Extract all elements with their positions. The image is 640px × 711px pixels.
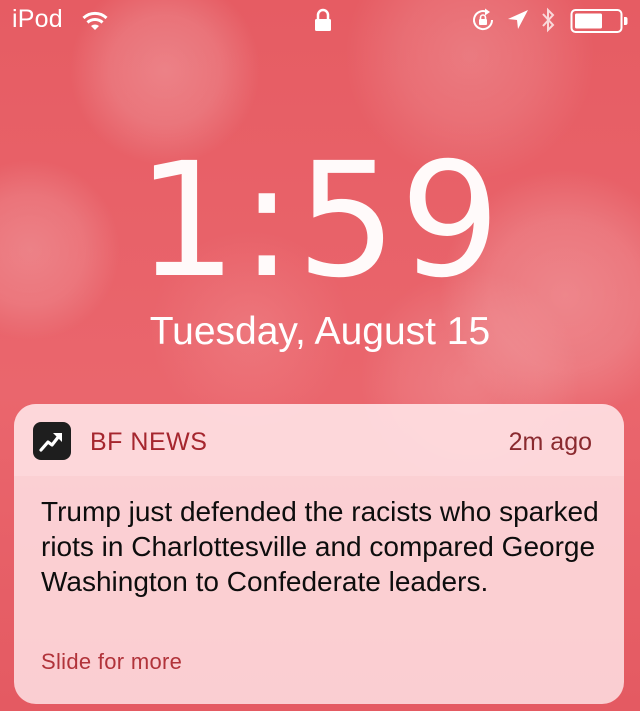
location-icon <box>508 10 528 29</box>
trending-arrow-icon <box>33 422 71 460</box>
rotation-lock-icon <box>473 8 494 31</box>
carrier-label: iPod <box>12 5 63 33</box>
status-bar: iPod <box>0 0 640 40</box>
notification-time: 2m ago <box>508 428 592 456</box>
lock-screen-date: Tuesday, August 15 <box>149 310 491 353</box>
notification-app-name: BF NEWS <box>90 428 208 456</box>
lock-screen-time: 1:59 <box>0 142 640 300</box>
slide-for-more-hint[interactable]: Slide for more <box>41 649 182 675</box>
time-label: 1:59 <box>136 129 504 313</box>
bluetooth-icon <box>542 7 555 33</box>
notification-body: Trump just defended the racists who spar… <box>41 496 599 597</box>
notification-header: BF NEWS 2m ago <box>14 404 624 476</box>
battery-icon <box>570 9 628 33</box>
lock-icon <box>315 8 331 31</box>
wifi-icon <box>82 11 108 30</box>
notification-card[interactable]: BF NEWS 2m ago Trump just defended the r… <box>14 404 624 704</box>
